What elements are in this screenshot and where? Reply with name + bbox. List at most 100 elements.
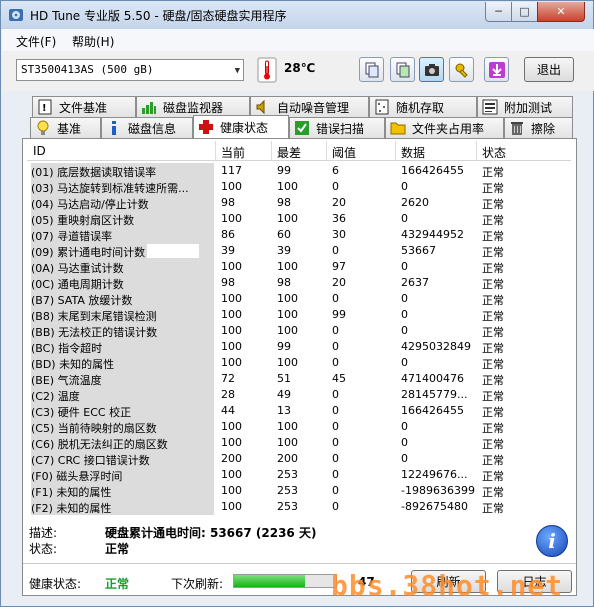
maximize-button[interactable]: □ <box>511 2 538 22</box>
save-button[interactable] <box>484 57 509 82</box>
table-row[interactable]: (01) 底层数据读取错误率 117 99 6 166426455 正常 <box>27 163 571 179</box>
camera-button[interactable] <box>419 57 444 82</box>
cell-worst: 99 <box>277 340 291 353</box>
cell-worst: 100 <box>277 324 298 337</box>
tab-label: 磁盘监视器 <box>163 100 224 115</box>
table-row[interactable]: (B8) 末尾到末尾错误检测 100 100 99 0 正常 <box>27 307 571 323</box>
cell-threshold: 0 <box>332 484 339 497</box>
cell-attribute-name: (C6) 脱机无法纠正的扇区数 <box>31 435 214 451</box>
cell-status: 正常 <box>482 278 504 291</box>
minimize-button[interactable]: ─ <box>485 2 512 22</box>
tab-error-scan[interactable]: 错误扫描 <box>289 117 385 138</box>
cell-attribute-name: (B8) 末尾到末尾错误检测 <box>31 307 214 323</box>
tab-label: 附加测试 <box>504 100 553 115</box>
table-row[interactable]: (07) 寻道错误率 86 60 30 432944952 正常 <box>27 227 571 243</box>
tab-benchmark[interactable]: 基准 <box>30 117 101 138</box>
cell-current: 28 <box>221 388 235 401</box>
table-row[interactable]: (BD) 未知的属性 100 100 0 0 正常 <box>27 355 571 371</box>
table-row[interactable]: (05) 重映射扇区计数 100 100 36 0 正常 <box>27 211 571 227</box>
tab-random-access[interactable]: 随机存取 <box>369 96 477 117</box>
column-header-data[interactable]: 数据 <box>401 144 425 161</box>
table-row[interactable]: (03) 马达旋转到标准转速所需... 100 100 0 0 正常 <box>27 179 571 195</box>
cell-attribute-name: (F0) 磁头悬浮时间 <box>31 467 214 483</box>
next-refresh-label: 下次刷新: <box>171 577 224 591</box>
table-row[interactable]: (C2) 温度 28 49 0 28145779... 正常 <box>27 387 571 403</box>
info-icon <box>106 120 122 136</box>
cell-worst: 51 <box>277 372 291 385</box>
cell-threshold: 20 <box>332 276 346 289</box>
table-row[interactable]: (C6) 脱机无法纠正的扇区数 100 100 0 0 正常 <box>27 435 571 451</box>
menu-file[interactable]: 文件(F) <box>16 33 56 50</box>
table-row[interactable]: (F1) 未知的属性 100 253 0 -1989636399 正常 <box>27 483 571 499</box>
tab-folder-usage[interactable]: 文件夹占用率 <box>385 117 504 138</box>
cell-data: 432944952 <box>401 228 464 241</box>
title-bar[interactable]: HD Tune 专业版 5.50 - 硬盘/固态硬盘实用程序 ─ □ ✕ <box>1 1 593 29</box>
cell-data: 0 <box>401 324 408 337</box>
table-row[interactable]: (04) 马达启动/停止计数 98 98 20 2620 正常 <box>27 195 571 211</box>
cell-attribute-name: (F2) 未知的属性 <box>31 499 214 515</box>
cell-data: 0 <box>401 260 408 273</box>
cell-current: 100 <box>221 436 242 449</box>
table-row[interactable]: (BE) 气流温度 72 51 45 471400476 正常 <box>27 371 571 387</box>
column-header-current[interactable]: 当前 <box>221 144 245 161</box>
table-row[interactable]: (0A) 马达重试计数 100 100 97 0 正常 <box>27 259 571 275</box>
table-row[interactable]: (F2) 未知的属性 100 253 0 -892675480 正常 <box>27 499 571 515</box>
tab-disk-monitor[interactable]: 磁盘监视器 <box>136 96 250 117</box>
tab-extra-tests[interactable]: 附加测试 <box>477 96 573 117</box>
column-header-threshold[interactable]: 阈值 <box>332 144 356 161</box>
cell-status: 正常 <box>482 406 504 419</box>
column-header-worst[interactable]: 最差 <box>277 144 301 161</box>
cell-status: 正常 <box>482 230 504 243</box>
cell-current: 100 <box>221 324 242 337</box>
cell-worst: 49 <box>277 388 291 401</box>
cell-threshold: 0 <box>332 452 339 465</box>
table-row[interactable]: (0C) 通电周期计数 98 98 20 2637 正常 <box>27 275 571 291</box>
table-row[interactable]: (B7) SATA 放缓计数 100 100 0 0 正常 <box>27 291 571 307</box>
cell-threshold: 0 <box>332 324 339 337</box>
cell-worst: 253 <box>277 468 298 481</box>
menu-help[interactable]: 帮助(H) <box>72 33 114 50</box>
tab-file-benchmark[interactable]: ! 文件基准 <box>32 96 136 117</box>
copy-info-button[interactable] <box>359 57 384 82</box>
cell-attribute-name: (F1) 未知的属性 <box>31 483 214 499</box>
cell-attribute-name: (0A) 马达重试计数 <box>31 259 214 275</box>
table-row[interactable]: (09) 累计通电时间计数 39 39 0 53667 正常 <box>27 243 571 259</box>
settings-button[interactable] <box>449 57 474 82</box>
info-button[interactable]: i <box>536 525 568 557</box>
tab-health[interactable]: 健康状态 <box>193 115 289 138</box>
copy-info-icon <box>365 62 378 77</box>
table-row[interactable]: (BB) 无法校正的错误计数 100 100 0 0 正常 <box>27 323 571 339</box>
cell-attribute-name: (09) 累计通电时间计数 <box>31 243 214 259</box>
description-label: 描述: <box>29 526 58 540</box>
table-row[interactable]: (C3) 硬件 ECC 校正 44 13 0 166426455 正常 <box>27 403 571 419</box>
tab-noise-management[interactable]: 自动噪音管理 <box>250 96 369 117</box>
refresh-progress-fill <box>234 575 306 587</box>
cell-status: 正常 <box>482 374 504 387</box>
copy-screenshot-button[interactable] <box>390 57 415 82</box>
drive-select[interactable]: ST3500413AS (500 gB) ▼ <box>16 59 244 81</box>
table-row[interactable]: (C7) CRC 接口错误计数 200 200 0 0 正常 <box>27 451 571 467</box>
camera-icon <box>424 63 439 76</box>
cell-data: 12249676... <box>401 468 468 481</box>
cell-threshold: 0 <box>332 468 339 481</box>
smart-table[interactable]: ID 当前 最差 阈值 数据 状态 (01) 底层数据读取错误率 117 99 6 16… <box>27 141 571 519</box>
cell-current: 100 <box>221 180 242 193</box>
column-header-id[interactable]: ID <box>33 144 46 158</box>
cell-status: 正常 <box>482 390 504 403</box>
close-button[interactable]: ✕ <box>537 2 585 22</box>
tab-erase[interactable]: 擦除 <box>504 117 573 138</box>
cell-threshold: 0 <box>332 292 339 305</box>
cell-threshold: 6 <box>332 164 339 177</box>
tab-disk-info[interactable]: 磁盘信息 <box>101 117 193 138</box>
trash-icon <box>509 120 525 136</box>
table-row[interactable]: (F0) 磁头悬浮时间 100 253 0 12249676... 正常 <box>27 467 571 483</box>
column-header-status[interactable]: 状态 <box>482 144 506 161</box>
cell-worst: 100 <box>277 212 298 225</box>
cell-current: 100 <box>221 212 242 225</box>
cell-threshold: 0 <box>332 244 339 257</box>
exit-button[interactable]: 退出 <box>524 57 574 82</box>
table-row[interactable]: (C5) 当前待映射的扇区数 100 100 0 0 正常 <box>27 419 571 435</box>
refresh-progress-bar <box>233 574 337 588</box>
table-row[interactable]: (BC) 指令超时 100 99 0 4295032849 正常 <box>27 339 571 355</box>
cell-current: 100 <box>221 340 242 353</box>
